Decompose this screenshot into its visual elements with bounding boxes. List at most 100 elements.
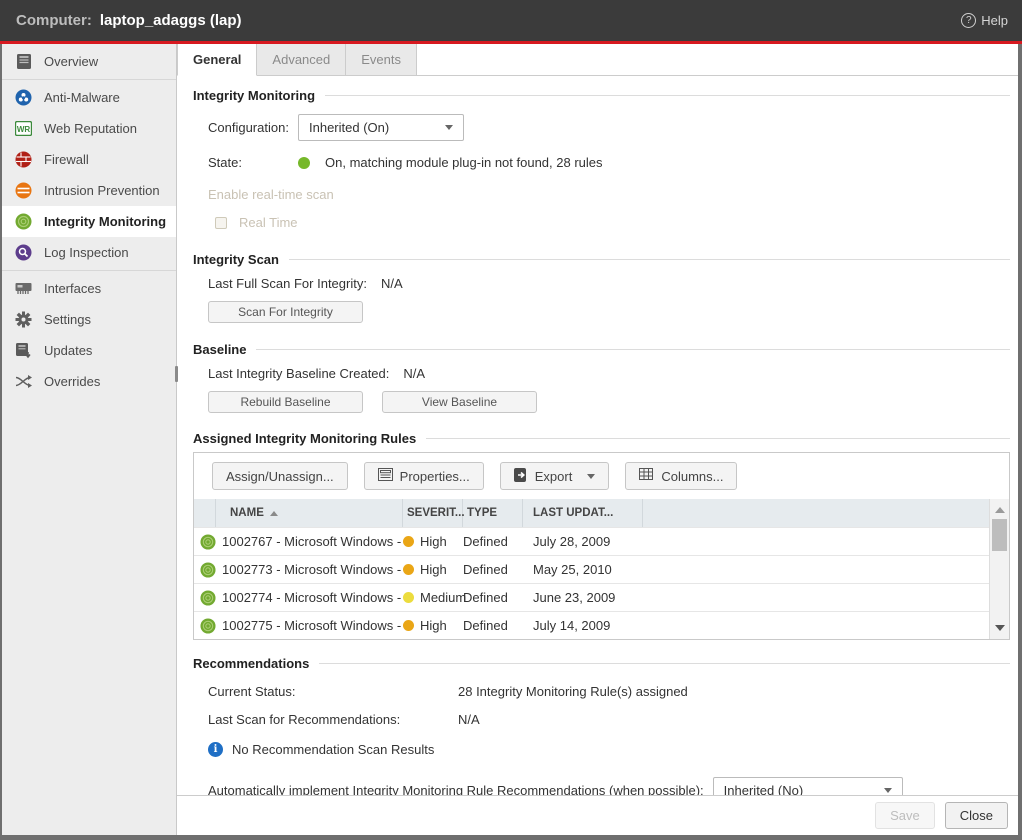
rule-severity: High [403, 618, 463, 633]
section-baseline-header: Baseline [193, 342, 1010, 357]
auto-implement-dropdown[interactable]: Inherited (No) [713, 777, 903, 795]
sidebar-item-settings[interactable]: Settings [2, 304, 176, 335]
configuration-label: Configuration: [208, 120, 298, 135]
columns-label: Columns... [661, 469, 723, 484]
export-button[interactable]: Export [500, 462, 610, 490]
properties-list-icon [378, 468, 393, 484]
sidebar-item-web-reputation[interactable]: WRWeb Reputation [2, 113, 176, 144]
sidebar-item-anti-malware[interactable]: Anti-Malware [2, 82, 176, 113]
rule-name: 1002767 - Microsoft Windows - ... [216, 534, 403, 549]
sidebar-item-interfaces[interactable]: Interfaces [2, 273, 176, 304]
tab-advanced[interactable]: Advanced [257, 44, 346, 75]
header-severity[interactable]: SEVERIT... [403, 499, 463, 527]
section-title: Integrity Monitoring [193, 88, 315, 103]
auto-implement-label: Automatically implement Integrity Monito… [208, 783, 704, 795]
scan-for-integrity-button[interactable]: Scan For Integrity [208, 301, 363, 323]
properties-button[interactable]: Properties... [364, 462, 484, 490]
tab-events[interactable]: Events [346, 44, 417, 75]
rule-row[interactable]: 1002767 - Microsoft Windows - ... High Def… [194, 527, 989, 555]
firewall-icon [15, 151, 32, 168]
assign-unassign-button[interactable]: Assign/Unassign... [212, 462, 348, 490]
rule-row[interactable]: 1002774 - Microsoft Windows - ...MediumD… [194, 583, 989, 611]
computer-details-window: Computer: laptop_adaggs (lap) ? Help Ove… [0, 0, 1022, 840]
close-button[interactable]: Close [945, 802, 1008, 829]
sidebar-item-label: Firewall [44, 152, 89, 167]
configuration-value: Inherited (On) [309, 120, 437, 135]
sidebar-item-label: Updates [44, 343, 92, 358]
state-row: State: On, matching module plug-in not f… [208, 155, 1010, 170]
scroll-down-icon[interactable] [995, 625, 1005, 631]
enable-realtime-scan-label: Enable real-time scan [208, 187, 1010, 202]
header-name-label: NAME [230, 507, 264, 519]
rule-severity: High [403, 562, 463, 577]
scroll-up-icon[interactable] [995, 507, 1005, 513]
configuration-dropdown[interactable]: Inherited (On) [298, 114, 464, 141]
rules-table-scrollbar[interactable] [989, 499, 1009, 639]
sidebar-item-intrusion-prevention[interactable]: Intrusion Prevention [2, 175, 176, 206]
header-icon-column [194, 499, 216, 527]
section-recommendations-header: Recommendations [193, 656, 1010, 671]
integrity-rule-icon [194, 590, 216, 606]
sidebar-item-log-inspection[interactable]: Log Inspection [2, 237, 176, 268]
tab-bar: General Advanced Events [177, 44, 1018, 76]
integrity-rule-icon [194, 562, 216, 578]
svg-text:WR: WR [17, 125, 31, 134]
last-baseline-value: N/A [403, 366, 425, 381]
header-last-updated[interactable]: LAST UPDAT... [523, 499, 643, 527]
overrides-icon [15, 373, 32, 390]
rules-rows: 1002767 - Microsoft Windows - ...HighDef… [194, 527, 989, 639]
header-filler [643, 499, 989, 527]
general-tab-content: Integrity Monitoring Configuration: Inhe… [177, 76, 1018, 795]
rule-type: Defined [463, 534, 523, 549]
severity-label: High [420, 534, 447, 549]
sidebar-item-label: Log Inspection [44, 245, 129, 260]
rule-row[interactable]: 1002773 - Microsoft Windows - ...HighDef… [194, 555, 989, 583]
content-panel: General Advanced Events Integrity Monito… [177, 44, 1018, 835]
rebuild-baseline-button[interactable]: Rebuild Baseline [208, 391, 363, 413]
severity-dot-icon [403, 564, 414, 575]
header-name[interactable]: NAME [216, 499, 403, 527]
sidebar-item-label: Interfaces [44, 281, 101, 296]
columns-button[interactable]: Columns... [625, 462, 737, 490]
settings-gear-icon [15, 311, 32, 328]
section-title: Baseline [193, 342, 246, 357]
severity-dot-icon [403, 536, 414, 547]
last-recommendation-scan-row: Last Scan for Recommendations: N/A [208, 712, 1010, 727]
rule-name: 1002775 - Microsoft Windows - ... [216, 618, 403, 633]
rules-columns: NAME SEVERIT... TYPE LAST UPDAT... 10027… [194, 499, 989, 639]
chevron-down-icon [587, 474, 595, 479]
sidebar-item-firewall[interactable]: Firewall [2, 144, 176, 175]
state-label: State: [208, 155, 298, 170]
state-value: On, matching module plug-in not found, 2… [325, 155, 603, 170]
sidebar-resize-handle[interactable] [175, 366, 178, 382]
integrity-rule-icon [194, 534, 216, 550]
rules-header-row: NAME SEVERIT... TYPE LAST UPDAT... [194, 499, 989, 527]
sidebar-item-overview[interactable]: Overview [2, 46, 176, 77]
last-recommendation-scan-label: Last Scan for Recommendations: [208, 712, 458, 727]
rule-severity: High [403, 534, 463, 549]
header-type[interactable]: TYPE [463, 499, 523, 527]
scrollbar-thumb[interactable] [992, 519, 1007, 551]
sidebar-item-label: Overview [44, 54, 98, 69]
section-integrity-monitoring-header: Integrity Monitoring [193, 88, 1010, 103]
export-label: Export [535, 469, 573, 484]
tab-general[interactable]: General [177, 44, 257, 76]
sidebar-item-label: Anti-Malware [44, 90, 120, 105]
state-on-indicator [298, 157, 310, 169]
interfaces-icon [15, 280, 32, 297]
view-baseline-button[interactable]: View Baseline [382, 391, 537, 413]
sidebar-item-updates[interactable]: Updates [2, 335, 176, 366]
integrity-rule-icon [194, 618, 216, 634]
rule-row[interactable]: 1002775 - Microsoft Windows - ...HighDef… [194, 611, 989, 639]
computer-name: laptop_adaggs (lap) [100, 12, 242, 29]
section-rule [426, 438, 1010, 439]
realtime-row: Real Time [215, 215, 1010, 230]
last-full-scan-row: Last Full Scan For Integrity: N/A [208, 276, 1010, 291]
help-button[interactable]: ? Help [961, 13, 1008, 28]
sidebar-item-label: Integrity Monitoring [44, 214, 166, 229]
main-area: Overview Anti-Malware WRWeb Reputation Fire… [0, 44, 1022, 840]
anti-malware-icon [15, 89, 32, 106]
chevron-down-icon [445, 125, 453, 130]
sidebar-item-integrity-monitoring[interactable]: Integrity Monitoring [2, 206, 176, 237]
sidebar-item-overrides[interactable]: Overrides [2, 366, 176, 397]
